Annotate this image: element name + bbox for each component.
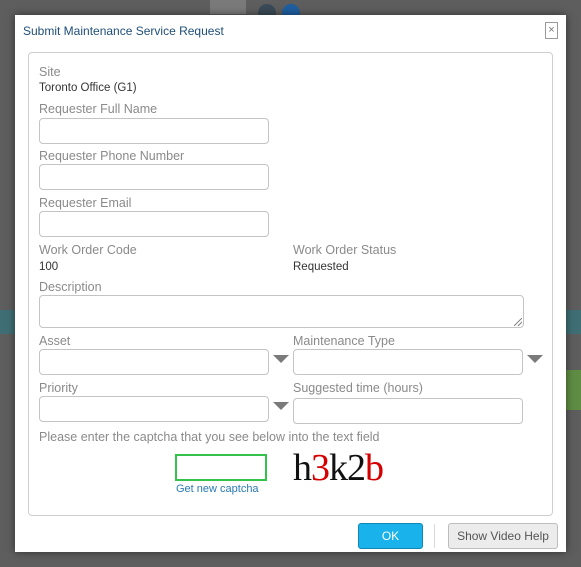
description-textarea[interactable] — [39, 295, 524, 328]
captcha-image: h3k2b — [293, 447, 384, 489]
asset-label: Asset — [39, 334, 71, 348]
get-new-captcha-link[interactable]: Get new captcha — [176, 483, 259, 495]
description-label: Description — [39, 280, 102, 294]
requester-full-name-label: Requester Full Name — [39, 102, 158, 116]
maintenance-type-select[interactable] — [293, 349, 523, 375]
captcha-instruction: Please enter the captcha that you see be… — [39, 430, 380, 444]
suggested-time-label: Suggested time (hours) — [293, 381, 423, 395]
priority-label: Priority — [39, 381, 78, 395]
footer-divider — [434, 524, 435, 548]
captcha-char: b — [365, 447, 384, 489]
requester-phone-input[interactable] — [39, 164, 269, 190]
show-video-help-button[interactable]: Show Video Help — [448, 523, 558, 549]
maintenance-type-label: Maintenance Type — [293, 334, 395, 348]
asset-dropdown-arrow-icon[interactable] — [273, 355, 289, 363]
captcha-char: 2 — [347, 447, 366, 489]
requester-phone-label: Requester Phone Number — [39, 149, 185, 163]
work-order-status-label: Work Order Status — [293, 243, 397, 257]
background-tab — [210, 0, 246, 14]
maintenance-type-dropdown-arrow-icon[interactable] — [527, 355, 543, 363]
ok-button[interactable]: OK — [358, 523, 423, 549]
captcha-char: h — [293, 447, 312, 489]
close-button[interactable]: × — [545, 22, 558, 39]
priority-dropdown-arrow-icon[interactable] — [273, 402, 289, 410]
site-value: Toronto Office (G1) — [39, 82, 137, 94]
site-label: Site — [39, 65, 61, 79]
work-order-code-value: 100 — [39, 261, 59, 273]
work-order-status-value: Requested — [293, 261, 349, 273]
dialog-title: Submit Maintenance Service Request — [23, 24, 224, 38]
asset-select[interactable] — [39, 349, 269, 375]
requester-email-input[interactable] — [39, 211, 269, 237]
priority-select[interactable] — [39, 396, 269, 422]
suggested-time-input[interactable] — [293, 398, 523, 424]
work-order-code-label: Work Order Code — [39, 243, 137, 257]
form-panel: Site Toronto Office (G1) Requester Full … — [28, 52, 553, 516]
captcha-char: 3 — [311, 447, 330, 489]
captcha-char: k — [329, 447, 348, 489]
resize-grip-icon[interactable] — [514, 318, 522, 326]
requester-full-name-input[interactable] — [39, 118, 269, 144]
maintenance-request-dialog: Submit Maintenance Service Request × Sit… — [15, 15, 566, 552]
captcha-input[interactable] — [175, 454, 267, 481]
requester-email-label: Requester Email — [39, 196, 132, 210]
